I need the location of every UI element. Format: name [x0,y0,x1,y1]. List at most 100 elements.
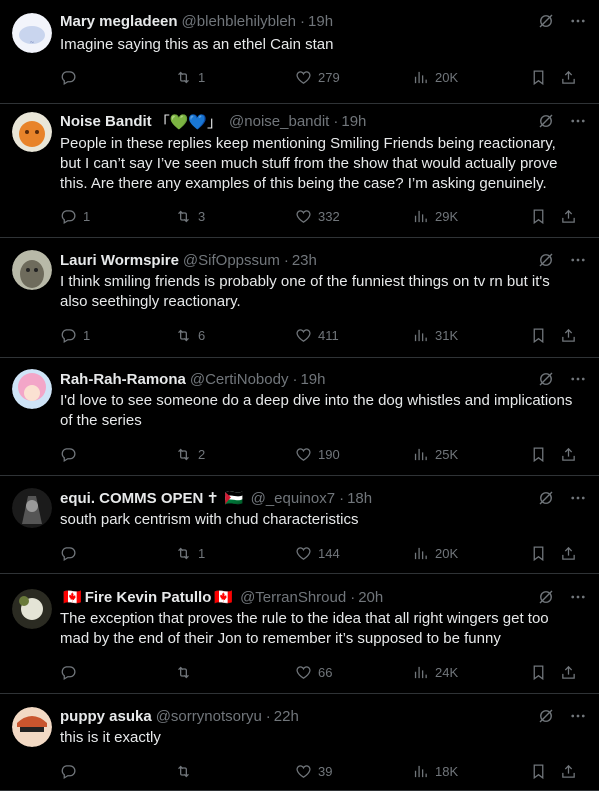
user-handle[interactable]: @blehblehilybleh [182,13,296,30]
bookmark-button[interactable] [530,327,547,344]
bookmark-button[interactable] [530,69,547,86]
tweet-reply[interactable]: Noise Bandit 「💚💙」 @noise_bandit · 19h People … [0,104,599,238]
retweet-button[interactable]: 1 [175,69,205,86]
share-button[interactable] [560,664,577,681]
more-icon[interactable] [569,370,587,388]
tweet-header: Rah-Rah-Ramona @CertiNobody · 19h [60,369,539,389]
views-button[interactable]: 29K [412,208,458,225]
bookmark-button[interactable] [530,208,547,225]
avatar[interactable] [12,369,52,409]
tweet-reply[interactable]: 🇨🇦 Fire Kevin Patullo 🇨🇦 @TerranShroud · 20h T… [0,574,599,694]
grok-icon[interactable] [537,12,555,30]
timestamp[interactable]: 18h [347,490,372,507]
tweet-reply[interactable]: ~ Mary megladeen @blehblehilybleh · 19h Imagi… [0,0,599,104]
more-icon[interactable] [569,12,587,30]
retweet-button[interactable] [175,664,198,681]
retweet-button[interactable]: 2 [175,446,205,463]
display-name[interactable]: equi. COMMS OPEN [60,490,203,507]
views-button[interactable]: 20K [412,69,458,86]
tweet-reply[interactable]: Rah-Rah-Ramona @CertiNobody · 19h I'd love t… [0,358,599,476]
retweet-button[interactable]: 1 [175,545,205,562]
retweet-button[interactable]: 6 [175,327,205,344]
share-button[interactable] [560,69,577,86]
avatar[interactable] [12,589,52,629]
like-button[interactable]: 39 [295,763,332,780]
views-count: 31K [435,327,459,343]
bookmark-icon [530,69,547,86]
more-icon[interactable] [569,707,587,725]
views-button[interactable]: 18K [412,763,458,780]
user-handle[interactable]: @TerranShroud [240,589,346,606]
grok-icon[interactable] [537,112,555,130]
display-name[interactable]: Fire Kevin Patullo [85,589,212,606]
reply-button[interactable]: 1 [60,327,90,344]
like-button[interactable]: 190 [295,446,340,463]
bookmark-button[interactable] [530,446,547,463]
tweet-reply[interactable]: Lauri Wormspire @SifOppssum · 23h I think sm… [0,238,599,358]
timestamp[interactable]: 19h [341,113,366,130]
reply-button[interactable] [60,545,83,562]
share-button[interactable] [560,446,577,463]
grok-icon[interactable] [537,707,555,725]
share-button[interactable] [560,545,577,562]
timestamp[interactable]: 19h [308,13,333,30]
grok-icon[interactable] [537,489,555,507]
avatar[interactable] [12,488,52,528]
tweet-reply[interactable]: equi. COMMS OPEN ✝ 🇵🇸 @_equinox7 · 18h south p… [0,476,599,574]
avatar[interactable] [12,112,52,152]
bookmark-button[interactable] [530,763,547,780]
user-handle[interactable]: @CertiNobody [190,371,289,388]
views-button[interactable]: 20K [412,545,458,562]
views-button[interactable]: 24K [412,664,458,681]
retweet-button[interactable]: 3 [175,208,205,225]
like-button[interactable]: 332 [295,208,340,225]
views-button[interactable]: 31K [412,327,458,344]
timestamp[interactable]: 19h [300,371,325,388]
display-name[interactable]: puppy asuka [60,708,152,725]
display-name[interactable]: Lauri Wormspire [60,252,179,269]
user-handle[interactable]: @sorrynotsoryu [156,708,262,725]
user-handle[interactable]: @_equinox7 [251,490,335,507]
avatar[interactable] [12,250,52,290]
more-icon[interactable] [569,489,587,507]
grok-icon[interactable] [537,251,555,269]
grok-icon[interactable] [537,588,555,606]
reply-button[interactable] [60,664,83,681]
user-handle[interactable]: @SifOppssum [183,252,280,269]
like-button[interactable]: 66 [295,664,332,681]
share-button[interactable] [560,327,577,344]
reply-button[interactable] [60,763,83,780]
more-icon[interactable] [569,588,587,606]
retweet-button[interactable] [175,763,198,780]
reply-button[interactable] [60,69,83,86]
like-button[interactable]: 411 [295,327,339,344]
tweet-reply[interactable]: puppy asuka @sorrynotsoryu · 22h this is it … [0,694,599,791]
avatar[interactable]: ~ [12,13,52,53]
more-icon[interactable] [569,112,587,130]
like-button[interactable]: 279 [295,69,340,86]
share-icon [560,446,577,463]
views-button[interactable]: 25K [412,446,458,463]
views-count: 25K [435,446,459,462]
share-button[interactable] [560,763,577,780]
grok-icon[interactable] [537,370,555,388]
avatar[interactable] [12,707,52,747]
reply-button[interactable]: 1 [60,208,90,225]
bookmark-button[interactable] [530,664,547,681]
user-handle[interactable]: @noise_bandit [229,113,329,130]
share-icon [560,763,577,780]
flag-after: 🇵🇸 [224,490,244,507]
timestamp[interactable]: 20h [358,589,383,606]
share-button[interactable] [560,208,577,225]
reply-count: 1 [83,208,91,224]
timestamp[interactable]: 23h [292,252,317,269]
tweet-actions: 1 3 332 29K [60,206,583,226]
timestamp[interactable]: 22h [274,708,299,725]
display-name[interactable]: Noise Bandit [60,113,152,130]
like-button[interactable]: 144 [295,545,340,562]
bookmark-button[interactable] [530,545,547,562]
display-name[interactable]: Rah-Rah-Ramona [60,371,186,388]
display-name[interactable]: Mary megladeen [60,13,178,30]
more-icon[interactable] [569,251,587,269]
reply-button[interactable] [60,446,83,463]
